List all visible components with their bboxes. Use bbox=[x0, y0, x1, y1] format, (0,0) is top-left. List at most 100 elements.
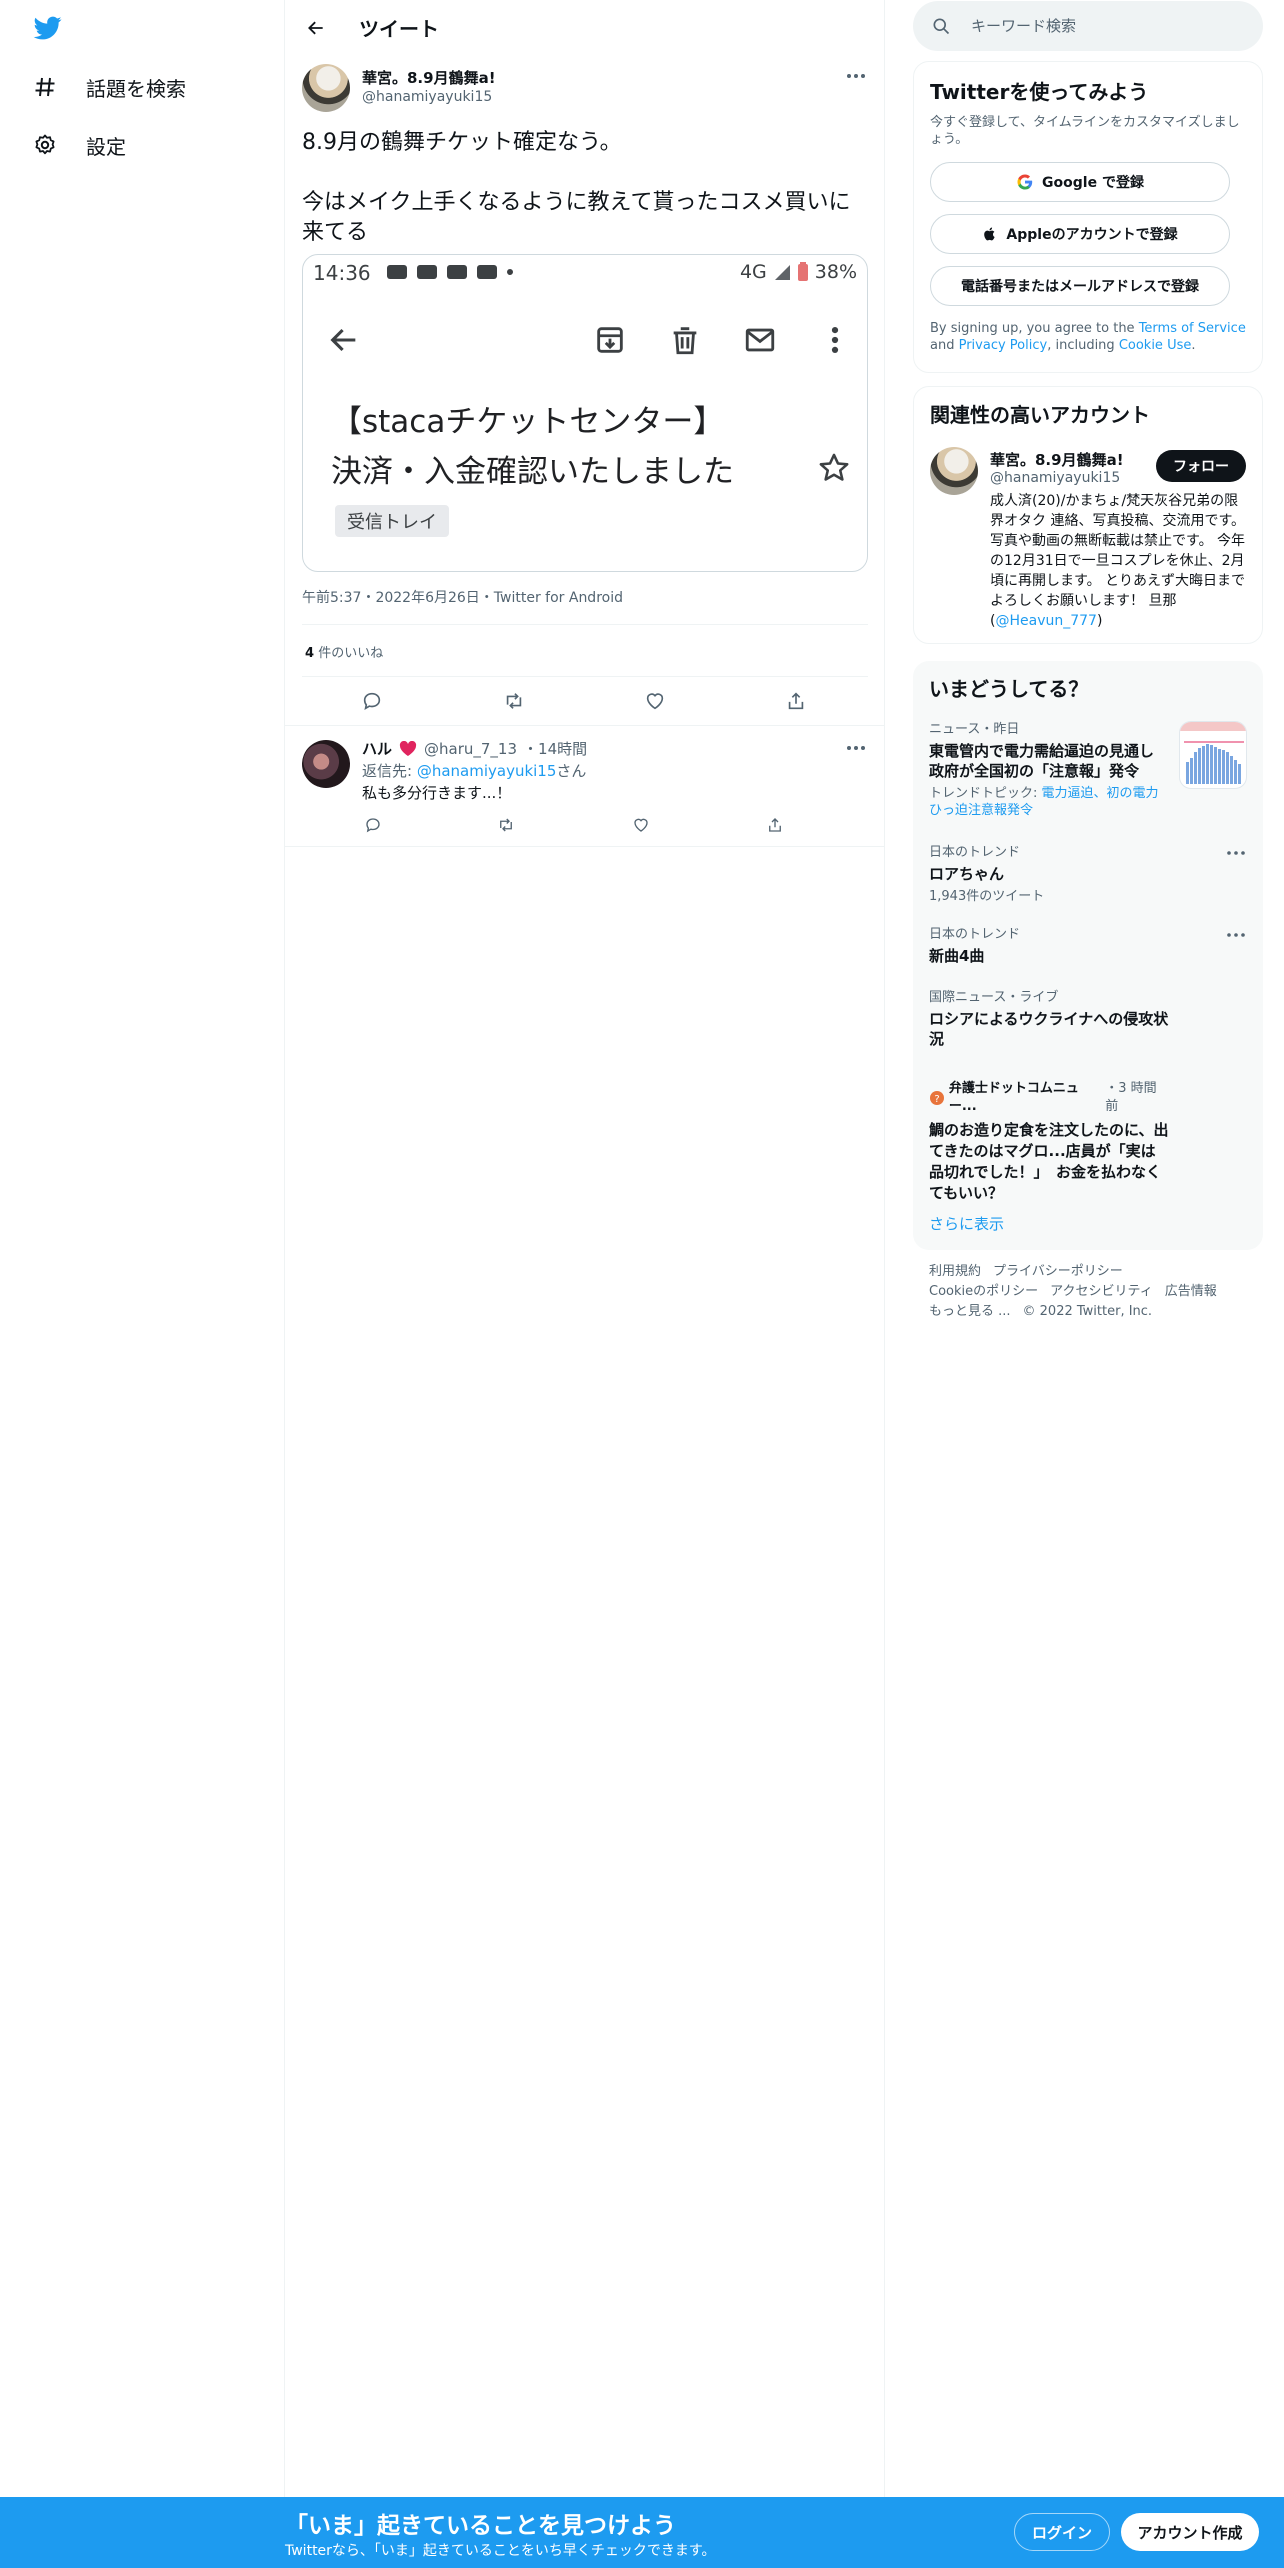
google-logo-icon bbox=[1017, 174, 1033, 190]
kebab-menu-icon bbox=[831, 326, 839, 354]
related-account-avatar[interactable] bbox=[930, 447, 978, 495]
trend-meta: ? 弁護士ドットコムニュー... ・3 時間前 bbox=[929, 1080, 1169, 1116]
related-accounts-card: 関連性の高いアカウント 華宮。8.9月鶴舞a! @hanamiyayuki15 … bbox=[913, 386, 1263, 644]
footer-link[interactable]: 広告情報 bbox=[1165, 1284, 1217, 1299]
phone-email-signup-label: 電話番号またはメールアドレスで登録 bbox=[961, 279, 1199, 295]
more-dots-icon bbox=[847, 746, 865, 750]
main-header: ツイート bbox=[285, 0, 885, 53]
create-account-button[interactable]: アカウント作成 bbox=[1121, 2513, 1259, 2551]
more-dots-icon bbox=[1227, 851, 1245, 855]
related-account-name[interactable]: 華宮。8.9月鶴舞a! bbox=[990, 449, 1124, 470]
google-signup-button[interactable]: Google で登録 bbox=[930, 162, 1230, 202]
footer-link[interactable]: Cookieのポリシー bbox=[929, 1284, 1038, 1299]
follow-button[interactable]: フォロー bbox=[1156, 450, 1246, 482]
signup-subtitle: 今すぐ登録して、タイムラインをカスタマイズしましょう。 bbox=[930, 115, 1240, 147]
mail-icon bbox=[745, 328, 775, 352]
more-dots-icon bbox=[847, 74, 865, 78]
like-button[interactable] bbox=[642, 688, 668, 714]
retweet-icon bbox=[506, 693, 522, 709]
prompt-subtitle: Twitterなら、「いま」起きていることをいち早くチェックできます。 bbox=[285, 2543, 716, 2559]
trend-sub: トレンドトピック: 電力逼迫、初の電力ひっ迫注意報発令 bbox=[929, 785, 1167, 819]
trend-thumbnail-image[interactable] bbox=[1179, 721, 1247, 789]
reply-retweet-button[interactable] bbox=[493, 812, 519, 838]
reply-share-button[interactable] bbox=[762, 812, 788, 838]
reply-context-prefix: 返信先: bbox=[362, 762, 417, 780]
retweet-button[interactable] bbox=[501, 688, 527, 714]
media-notification-icons bbox=[387, 265, 513, 279]
footer-link[interactable]: プライバシーポリシー bbox=[993, 1264, 1123, 1279]
footer-link[interactable]: もっと見る ... bbox=[929, 1304, 1011, 1319]
star-icon bbox=[819, 453, 849, 481]
reply-author-avatar[interactable] bbox=[302, 740, 350, 788]
footer-link[interactable]: アクセシビリティ bbox=[1050, 1284, 1153, 1299]
trend-item[interactable]: 日本のトレンド ロアちゃん 1,943件のツイート bbox=[929, 844, 1249, 905]
back-button[interactable] bbox=[299, 11, 333, 45]
news-source-icon: ? bbox=[930, 1091, 944, 1105]
reply-context-suffix: さん bbox=[556, 762, 587, 780]
signup-card: Twitterを使ってみよう 今すぐ登録して、タイムラインをカスタマイズしましょ… bbox=[913, 61, 1263, 373]
nav-explore[interactable]: 話題を検索 bbox=[32, 67, 186, 107]
share-button[interactable] bbox=[783, 688, 809, 714]
reply-text: 私も多分行きます...！ bbox=[362, 784, 512, 802]
trend-source: 弁護士ドットコムニュー... bbox=[948, 1081, 1079, 1114]
cookie-link[interactable]: Cookie Use bbox=[1119, 338, 1192, 353]
bio-mention-link[interactable]: @Heavun_777 bbox=[995, 613, 1096, 629]
signup-prompt-bar: 「いま」起きていることを見つけよう Twitterなら、「いま」起きていることを… bbox=[0, 2497, 1284, 2568]
trend-name: ロシアによるウクライナへの侵攻状況 bbox=[929, 1010, 1169, 1048]
footer-link[interactable]: 利用規約 bbox=[929, 1264, 981, 1279]
show-more-link[interactable]: さらに表示 bbox=[929, 1213, 1004, 1234]
reply-author-handle[interactable]: @haru_7_13 bbox=[424, 740, 517, 758]
trend-item[interactable]: 日本のトレンド 新曲4曲 bbox=[929, 926, 1249, 966]
phone-email-signup-button[interactable]: 電話番号またはメールアドレスで登録 bbox=[930, 266, 1230, 306]
reply-button[interactable] bbox=[359, 688, 385, 714]
tweet-timestamp[interactable]: 午前5:37・2022年6月26日・Twitter for Android bbox=[302, 587, 623, 607]
trend-item[interactable]: ? 弁護士ドットコムニュー... ・3 時間前 鯛のお造り定食を注文したのに、出… bbox=[929, 1080, 1169, 1204]
archive-icon bbox=[597, 327, 623, 353]
search-bar[interactable] bbox=[913, 1, 1263, 51]
divider bbox=[285, 846, 885, 847]
reply-time[interactable]: ・14時間 bbox=[523, 738, 587, 759]
trends-title: いまどうしてる？ bbox=[929, 677, 1089, 701]
trend-item[interactable]: ニュース・昨日 東電管内で電力需給逼迫の見通し 政府が全国初の「注意報」発令 ト… bbox=[929, 721, 1167, 819]
trend-more-button[interactable] bbox=[1223, 926, 1249, 944]
like-count: 4 bbox=[305, 646, 315, 661]
arrow-left-icon bbox=[330, 328, 356, 352]
privacy-link[interactable]: Privacy Policy bbox=[959, 338, 1048, 353]
reply-author-name[interactable]: ハル bbox=[362, 738, 392, 759]
legal-text: . bbox=[1191, 338, 1196, 353]
signal-icon bbox=[774, 265, 790, 280]
trend-meta: 日本のトレンド bbox=[929, 927, 1021, 942]
twitter-logo-icon[interactable] bbox=[32, 14, 64, 42]
tweet-more-button[interactable] bbox=[843, 66, 869, 86]
search-icon bbox=[933, 18, 950, 35]
trend-item[interactable]: 国際ニュース・ライブ ロシアによるウクライナへの侵攻状況 bbox=[929, 989, 1169, 1049]
search-input[interactable] bbox=[971, 17, 1251, 35]
more-dots-icon bbox=[1227, 933, 1245, 937]
tweet-likes[interactable]: 4 件のいいね bbox=[305, 642, 383, 661]
network-label: 4G bbox=[739, 261, 767, 283]
reply-context-link[interactable]: @hanamiyayuki15 bbox=[417, 762, 557, 780]
terms-link[interactable]: Terms of Service bbox=[1139, 321, 1246, 336]
divider bbox=[302, 676, 868, 677]
reply-reply-button[interactable] bbox=[360, 812, 386, 838]
media-mail-toolbar bbox=[303, 315, 867, 365]
tweet-media-image[interactable]: 14:36 4G 38% 【stacaチケットセンター】 決済・入金確認いたしま… bbox=[302, 254, 868, 572]
trend-time: ・3 時間前 bbox=[1105, 1081, 1157, 1114]
like-label: 件のいいね bbox=[318, 646, 384, 661]
nav-settings[interactable]: 設定 bbox=[32, 125, 126, 165]
heart-emoji-icon bbox=[399, 740, 417, 756]
login-button[interactable]: ログイン bbox=[1014, 2513, 1110, 2551]
tweet-author-name[interactable]: 華宮。8.9月鶴舞a! bbox=[362, 67, 496, 88]
related-account-handle[interactable]: @hanamiyayuki15 bbox=[990, 470, 1120, 486]
apple-signup-button[interactable]: Appleのアカウントで登録 bbox=[930, 214, 1230, 254]
trend-name: 鯛のお造り定食を注文したのに、出てきたのはマグロ...店員が「実は品切れでした！… bbox=[929, 1121, 1169, 1202]
reply-more-button[interactable] bbox=[843, 738, 869, 758]
tweet-author-handle[interactable]: @hanamiyayuki15 bbox=[362, 89, 492, 105]
reply-like-button[interactable] bbox=[628, 812, 654, 838]
legal-text: , including bbox=[1047, 338, 1119, 353]
reply-header: ハル @haru_7_13 ・14時間 bbox=[362, 738, 587, 759]
related-account-bio: 成人済(20)/かまちょ/梵天灰谷兄弟の限界オタク 連絡、写真投稿、交流用です。… bbox=[990, 491, 1252, 631]
trend-more-button[interactable] bbox=[1223, 844, 1249, 862]
svg-text:?: ? bbox=[934, 1094, 939, 1105]
tweet-author-avatar[interactable] bbox=[302, 64, 350, 112]
